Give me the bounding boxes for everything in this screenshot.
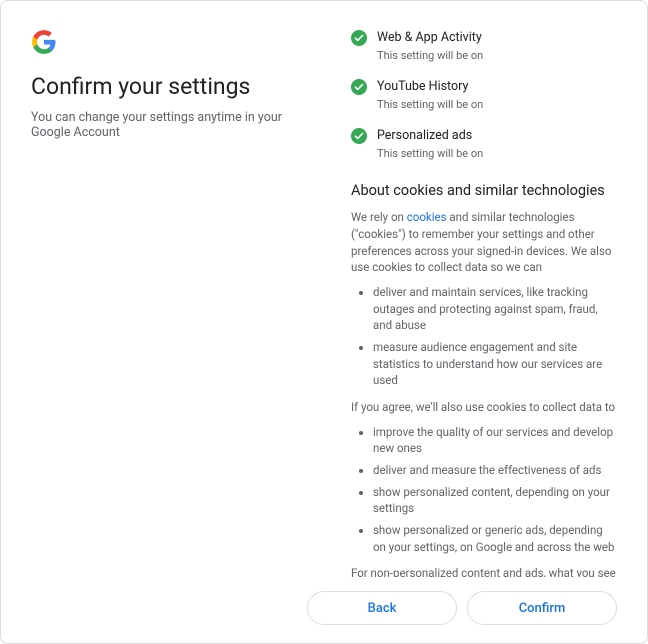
setting-sub: This setting will be on <box>377 48 483 64</box>
page-subtitle: You can change your settings anytime in … <box>31 110 311 140</box>
settings-list: Web & App ActivityThis setting will be o… <box>351 29 617 162</box>
list-item: show personalized content, depending on … <box>373 484 617 517</box>
setting-title: Personalized ads <box>377 127 483 145</box>
cookies-agree: If you agree, we'll also use cookies to … <box>351 399 617 416</box>
list-item: improve the quality of our services and … <box>373 424 617 457</box>
cookies-intro-pre: We rely on <box>351 210 407 224</box>
setting-sub: This setting will be on <box>377 146 483 162</box>
confirm-button[interactable]: Confirm <box>467 591 617 625</box>
list-item: deliver and maintain services, like trac… <box>373 284 617 334</box>
setting-title: YouTube History <box>377 78 483 96</box>
left-column: Confirm your settings You can change you… <box>31 29 311 577</box>
button-row: Back Confirm <box>31 591 617 625</box>
list-item: measure audience engagement and site sta… <box>373 339 617 389</box>
cookies-heading: About cookies and similar technologies <box>351 180 617 201</box>
right-column: Web & App ActivityThis setting will be o… <box>351 29 617 577</box>
setting-sub: This setting will be on <box>377 97 483 113</box>
setting-item: Personalized adsThis setting will be on <box>351 127 617 162</box>
list-item: deliver and measure the effectiveness of… <box>373 462 617 479</box>
page-title: Confirm your settings <box>31 73 311 100</box>
setting-title: Web & App Activity <box>377 29 483 47</box>
check-circle-icon <box>351 30 367 46</box>
check-circle-icon <box>351 128 367 144</box>
cookies-list-2: improve the quality of our services and … <box>351 424 617 556</box>
google-logo-icon <box>31 29 57 55</box>
back-button[interactable]: Back <box>307 591 457 625</box>
setting-item: Web & App ActivityThis setting will be o… <box>351 29 617 64</box>
cookies-list-1: deliver and maintain services, like trac… <box>351 284 617 389</box>
cookies-link[interactable]: cookies <box>407 210 447 224</box>
cookies-nonpersonalized: For non-personalized content and ads, wh… <box>351 565 617 577</box>
cookies-intro: We rely on cookies and similar technolog… <box>351 209 617 276</box>
list-item: show personalized or generic ads, depend… <box>373 522 617 555</box>
setting-item: YouTube HistoryThis setting will be on <box>351 78 617 113</box>
check-circle-icon <box>351 79 367 95</box>
